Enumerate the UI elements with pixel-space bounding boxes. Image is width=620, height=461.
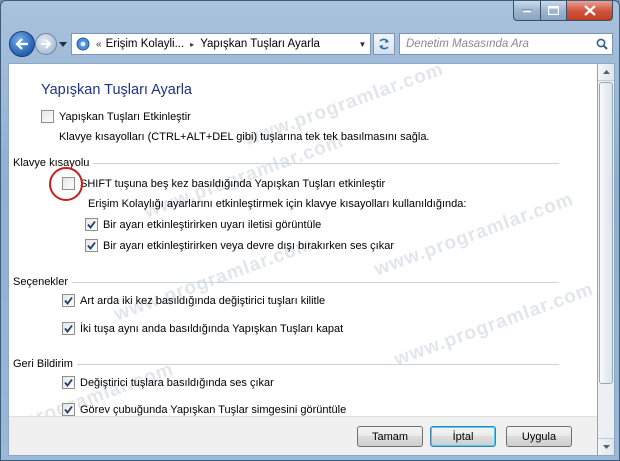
recent-pages-dropdown-icon[interactable] bbox=[59, 40, 67, 48]
minimize-icon bbox=[522, 9, 532, 13]
lock-modifier-keys-label: Art arda iki kez basıldığında değiştiric… bbox=[80, 294, 326, 307]
checkbox-checked-icon[interactable] bbox=[62, 322, 75, 335]
page-title: Yapışkan Tuşları Ayarla bbox=[41, 82, 192, 98]
address-dropdown-button[interactable]: ▼ bbox=[354, 34, 370, 54]
checkbox-checked-icon[interactable] bbox=[62, 376, 75, 389]
refresh-icon bbox=[379, 38, 389, 50]
close-button[interactable] bbox=[567, 1, 613, 21]
options-group-label: Seçenekler bbox=[13, 276, 69, 288]
modifier-sound-checkbox[interactable]: Değiştirici tuşlara basıldığında ses çık… bbox=[62, 376, 274, 389]
group-divider bbox=[76, 363, 559, 365]
control-panel-icon bbox=[74, 35, 92, 53]
search-icon[interactable] bbox=[592, 38, 612, 50]
enable-sticky-keys-description: Klavye kısayolları (CTRL+ALT+DEL gibi) t… bbox=[59, 131, 430, 143]
taskbar-icon-checkbox[interactable]: Görev çubuğunda Yapışkan Tuşlar simgesin… bbox=[62, 403, 346, 416]
chevron-up-icon bbox=[602, 70, 610, 74]
button-bar: Tamam İptal Uygula bbox=[9, 416, 597, 455]
back-button[interactable] bbox=[9, 31, 35, 57]
checkbox-unchecked-icon[interactable] bbox=[41, 110, 54, 123]
lock-modifier-keys-checkbox[interactable]: Art arda iki kez basıldığında değiştiric… bbox=[62, 294, 325, 307]
maximize-icon bbox=[548, 6, 559, 15]
address-bar[interactable]: « Erişim Kolayli... ▸ Yapışkan Tuşları A… bbox=[71, 33, 371, 55]
keyboard-shortcut-group-label: Klavye kısayolu bbox=[13, 157, 90, 169]
maximize-button[interactable] bbox=[541, 1, 567, 21]
turn-off-two-keys-checkbox[interactable]: İki tuşa aynı anda basıldığında Yapışkan… bbox=[62, 322, 343, 335]
content-pane: www.programlar.com www.programlar.com ww… bbox=[8, 63, 598, 456]
checkbox-checked-icon[interactable] bbox=[62, 294, 75, 307]
cancel-button[interactable]: İptal bbox=[430, 426, 496, 447]
scroll-up-button[interactable] bbox=[598, 64, 614, 81]
turn-off-two-keys-label: İki tuşa aynı anda basıldığında Yapışkan… bbox=[80, 322, 344, 335]
search-input[interactable]: Denetim Masasında Ara bbox=[400, 38, 592, 50]
breadcrumb-separator[interactable]: ▸ bbox=[184, 40, 200, 49]
refresh-button[interactable] bbox=[373, 33, 395, 55]
shift-five-times-checkbox[interactable]: SHIFT tuşuna beş kez basıldığında Yapışk… bbox=[62, 177, 385, 190]
scroll-down-button[interactable] bbox=[598, 438, 614, 455]
forward-arrow-icon bbox=[41, 39, 52, 49]
taskbar-icon-label: Görev çubuğunda Yapışkan Tuşlar simgesin… bbox=[80, 403, 347, 416]
breadcrumb-overflow[interactable]: « bbox=[92, 39, 106, 50]
checkbox-checked-icon[interactable] bbox=[85, 218, 98, 231]
breadcrumb-accessibility[interactable]: Erişim Kolayli... bbox=[106, 38, 185, 50]
minimize-button[interactable] bbox=[513, 1, 541, 21]
highlight-circle bbox=[49, 167, 83, 201]
back-arrow-icon bbox=[15, 38, 28, 50]
feedback-group-label: Geri Bildirim bbox=[13, 358, 73, 370]
feedback-group: Geri Bildirim bbox=[13, 357, 559, 371]
group-divider bbox=[93, 162, 559, 164]
breadcrumb-sticky-keys[interactable]: Yapışkan Tuşları Ayarla bbox=[200, 38, 320, 50]
navigation-bar: « Erişim Kolayli... ▸ Yapışkan Tuşları A… bbox=[7, 28, 613, 60]
search-box[interactable]: Denetim Masasında Ara bbox=[399, 33, 613, 55]
enable-sticky-keys-label: Yapışkan Tuşları Etkinleştir bbox=[59, 110, 191, 123]
modifier-sound-label: Değiştirici tuşlara basıldığında ses çık… bbox=[80, 376, 274, 389]
sound-on-toggle-checkbox[interactable]: Bir ayarı etkinleştirirken veya devre dı… bbox=[85, 239, 394, 252]
chevron-down-icon bbox=[602, 445, 610, 449]
checkbox-checked-icon[interactable] bbox=[85, 239, 98, 252]
shift-five-times-label: SHIFT tuşuna beş kez basıldığında Yapışk… bbox=[80, 177, 386, 190]
close-icon bbox=[583, 5, 596, 16]
group-divider bbox=[72, 281, 559, 283]
options-group: Seçenekler bbox=[13, 275, 559, 289]
checkbox-checked-icon[interactable] bbox=[62, 403, 75, 416]
warning-message-label: Bir ayarı etkinleştirirken uyarı iletisi… bbox=[103, 218, 322, 231]
apply-button[interactable]: Uygula bbox=[506, 426, 572, 447]
scrollbar-thumb[interactable] bbox=[599, 82, 613, 384]
caption-buttons bbox=[513, 1, 613, 21]
vertical-scrollbar[interactable] bbox=[598, 63, 615, 456]
ok-button[interactable]: Tamam bbox=[357, 426, 423, 447]
window-frame: « Erişim Kolayli... ▸ Yapışkan Tuşları A… bbox=[0, 0, 620, 461]
warning-message-checkbox[interactable]: Bir ayarı etkinleştirirken uyarı iletisi… bbox=[85, 218, 321, 231]
shortcut-sub-description: Erişim Kolaylığı ayarlarını etkinleştirm… bbox=[88, 198, 467, 210]
keyboard-shortcut-group: Klavye kısayolu bbox=[13, 156, 559, 170]
sound-on-toggle-label: Bir ayarı etkinleştirirken veya devre dı… bbox=[103, 239, 394, 252]
forward-button[interactable] bbox=[35, 33, 57, 55]
enable-sticky-keys-checkbox[interactable]: Yapışkan Tuşları Etkinleştir bbox=[41, 110, 191, 123]
